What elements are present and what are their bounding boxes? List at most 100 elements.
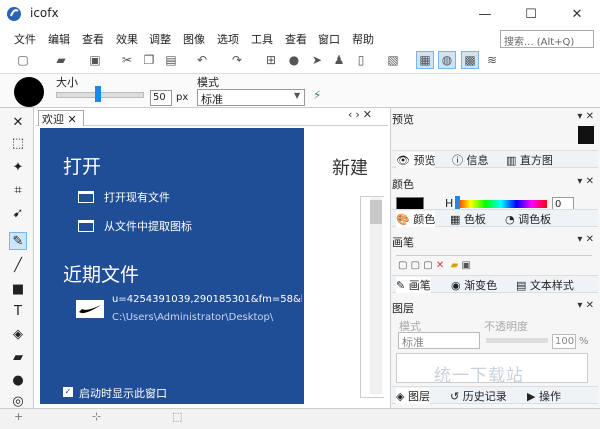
layers-toggle-icon[interactable]: ≋ xyxy=(483,51,501,69)
menu-view-2[interactable]: 查看 xyxy=(285,31,307,47)
phone-icon[interactable]: ▯ xyxy=(352,51,370,69)
tab-text-style[interactable]: ▤ 文本样式 xyxy=(516,277,574,293)
menu-file[interactable]: 文件 xyxy=(14,31,36,47)
brush-tool-icon[interactable]: ✎ xyxy=(9,232,27,250)
menu-adjust[interactable]: 调整 xyxy=(149,31,171,47)
grid-checker-icon[interactable]: ▦ xyxy=(416,51,434,69)
panel-controls-3[interactable]: ▾ ✕ xyxy=(577,234,594,245)
tab-gradient-label: 渐变色 xyxy=(464,279,498,292)
add-icon[interactable]: + xyxy=(14,410,23,423)
startup-checkbox[interactable]: ✓ xyxy=(63,387,73,397)
menu-edit[interactable]: 编辑 xyxy=(48,31,70,47)
watermark-text: 统一下载站 xyxy=(434,366,524,386)
size-value-input[interactable]: 50 xyxy=(150,90,172,106)
preview-image xyxy=(578,126,594,144)
move-icon[interactable]: ➹ xyxy=(9,204,27,222)
menu-options[interactable]: 选项 xyxy=(217,31,239,47)
windows-icon[interactable]: ⊞ xyxy=(262,51,280,69)
cut-icon[interactable]: ✂ xyxy=(118,51,136,69)
new-title: 新建 xyxy=(332,158,368,179)
fill-tool-icon[interactable]: ◈ xyxy=(9,325,27,343)
drop-tool-icon[interactable]: ● xyxy=(9,371,27,389)
tab-welcome[interactable]: 欢迎 ✕ xyxy=(38,110,84,126)
close-tools-icon[interactable]: ✕ xyxy=(9,113,27,131)
mode-label: 模式 xyxy=(197,76,219,89)
tab-palette[interactable]: ◔ 调色板 xyxy=(505,211,551,227)
mode-select[interactable]: 标准 xyxy=(197,89,305,106)
menu-tools[interactable]: 工具 xyxy=(251,31,273,47)
recent-title: 近期文件 xyxy=(63,264,140,286)
antialias-icon[interactable]: ⚡ xyxy=(313,88,321,102)
new-list-scrollbar[interactable] xyxy=(370,198,382,394)
apple-icon[interactable]: ● xyxy=(285,51,303,69)
panel-controls[interactable]: ▾ ✕ xyxy=(577,111,594,122)
open-existing-link[interactable]: 打开现有文件 xyxy=(104,189,170,205)
minimize-button[interactable]: — xyxy=(462,0,508,28)
menu-help[interactable]: 帮助 xyxy=(352,31,374,47)
tab-gradient[interactable]: ◉ 渐变色 xyxy=(451,277,497,293)
pixel-grid-icon[interactable]: ▩ xyxy=(461,51,479,69)
magic-wand-icon[interactable]: ✦ xyxy=(9,158,27,176)
opacity-slider[interactable] xyxy=(486,338,548,343)
new-file-icon[interactable]: ▢ xyxy=(14,51,32,69)
tab-actions[interactable]: ▶ 操作 xyxy=(527,388,561,404)
layers-panel-header: 图层 ▾ ✕ xyxy=(392,300,598,316)
paste-icon[interactable]: ▤ xyxy=(162,51,180,69)
open-folder-icon[interactable]: ▰ xyxy=(52,51,70,69)
tab-color[interactable]: 🎨 颜色 xyxy=(396,211,436,227)
folder-icon-2 xyxy=(78,220,94,232)
brush-actions-icon[interactable]: ▢ ▢ ▢ ✕ ▰ ▣ xyxy=(398,260,471,271)
undo-icon[interactable]: ↶ xyxy=(193,51,211,69)
image-icon[interactable]: ▧ xyxy=(384,51,402,69)
tab-nav-arrows[interactable]: ‹›✕ xyxy=(348,108,375,121)
extract-icon-link[interactable]: 从文件中提取图标 xyxy=(104,218,192,234)
copy-icon[interactable]: ❐ xyxy=(140,51,158,69)
tab-layers-label: 图层 xyxy=(407,390,430,403)
eraser-tool-icon[interactable]: ▰ xyxy=(9,348,27,366)
maximize-button[interactable]: ☐ xyxy=(508,0,554,28)
opacity-value-input[interactable]: 100 xyxy=(552,334,576,349)
panel-controls-2[interactable]: ▾ ✕ xyxy=(577,176,594,187)
tab-layers[interactable]: ◈ 图层 xyxy=(396,388,430,404)
startup-checkbox-label[interactable]: 启动时显示此窗口 xyxy=(79,385,167,401)
brush-list[interactable] xyxy=(396,248,592,256)
line-tool-icon[interactable]: ╱ xyxy=(9,256,27,274)
nike-logo-icon[interactable] xyxy=(76,300,104,318)
size-label: 大小 xyxy=(56,76,78,89)
color-panel-header: 颜色 ▾ ✕ xyxy=(392,176,598,192)
redo-icon[interactable]: ↷ xyxy=(228,51,246,69)
android-icon[interactable]: ♟ xyxy=(330,51,348,69)
menu-effects[interactable]: 效果 xyxy=(116,31,138,47)
tab-preview[interactable]: 👁 预览 xyxy=(396,152,436,168)
marquee-select-icon[interactable]: ⬚ xyxy=(9,134,27,152)
tab-histogram[interactable]: ▥ 直方图 xyxy=(506,152,553,168)
cursor-icon[interactable]: ➤ xyxy=(308,51,326,69)
tab-actions-label: 操作 xyxy=(538,390,561,403)
tab-color-label: 颜色 xyxy=(413,213,436,226)
rectangle-tool-icon[interactable]: ■ xyxy=(9,280,27,298)
menu-image[interactable]: 图像 xyxy=(183,31,205,47)
search-input[interactable]: 搜索... (Alt+Q) xyxy=(500,30,594,48)
layer-mode-select[interactable]: 标准 xyxy=(398,332,480,349)
close-button[interactable]: ✕ xyxy=(554,0,600,28)
text-tool-icon[interactable]: T xyxy=(9,302,27,320)
save-icon[interactable]: ▣ xyxy=(86,51,104,69)
recent-file-name[interactable]: u=4254391039,290185301&fm=58&b xyxy=(112,294,302,305)
tab-history[interactable]: ↺ 历史记录 xyxy=(450,388,507,404)
menu-window[interactable]: 窗口 xyxy=(318,31,340,47)
size-slider-thumb[interactable] xyxy=(95,86,101,102)
panel-controls-4[interactable]: ▾ ✕ xyxy=(577,300,594,311)
crop-icon[interactable]: ⌗ xyxy=(9,181,27,199)
tab-swatches[interactable]: ▦ 色板 xyxy=(450,211,486,227)
preview-panel-header: 预览 ▾ ✕ xyxy=(392,111,598,127)
hue-slider[interactable] xyxy=(455,200,547,208)
status-bar xyxy=(0,408,600,429)
menu-view[interactable]: 查看 xyxy=(82,31,104,47)
new-list-scroll-thumb[interactable] xyxy=(370,200,382,224)
circle-pattern-icon[interactable]: ◍ xyxy=(438,51,456,69)
chevron-down-icon[interactable]: ▼ xyxy=(294,91,300,100)
tab-info[interactable]: ⓘ 信息 xyxy=(452,152,489,168)
tab-histogram-label: 直方图 xyxy=(519,154,553,167)
close-tab-icon[interactable]: ✕ xyxy=(68,113,77,126)
tab-brush[interactable]: ✎ 画笔 xyxy=(396,277,431,293)
